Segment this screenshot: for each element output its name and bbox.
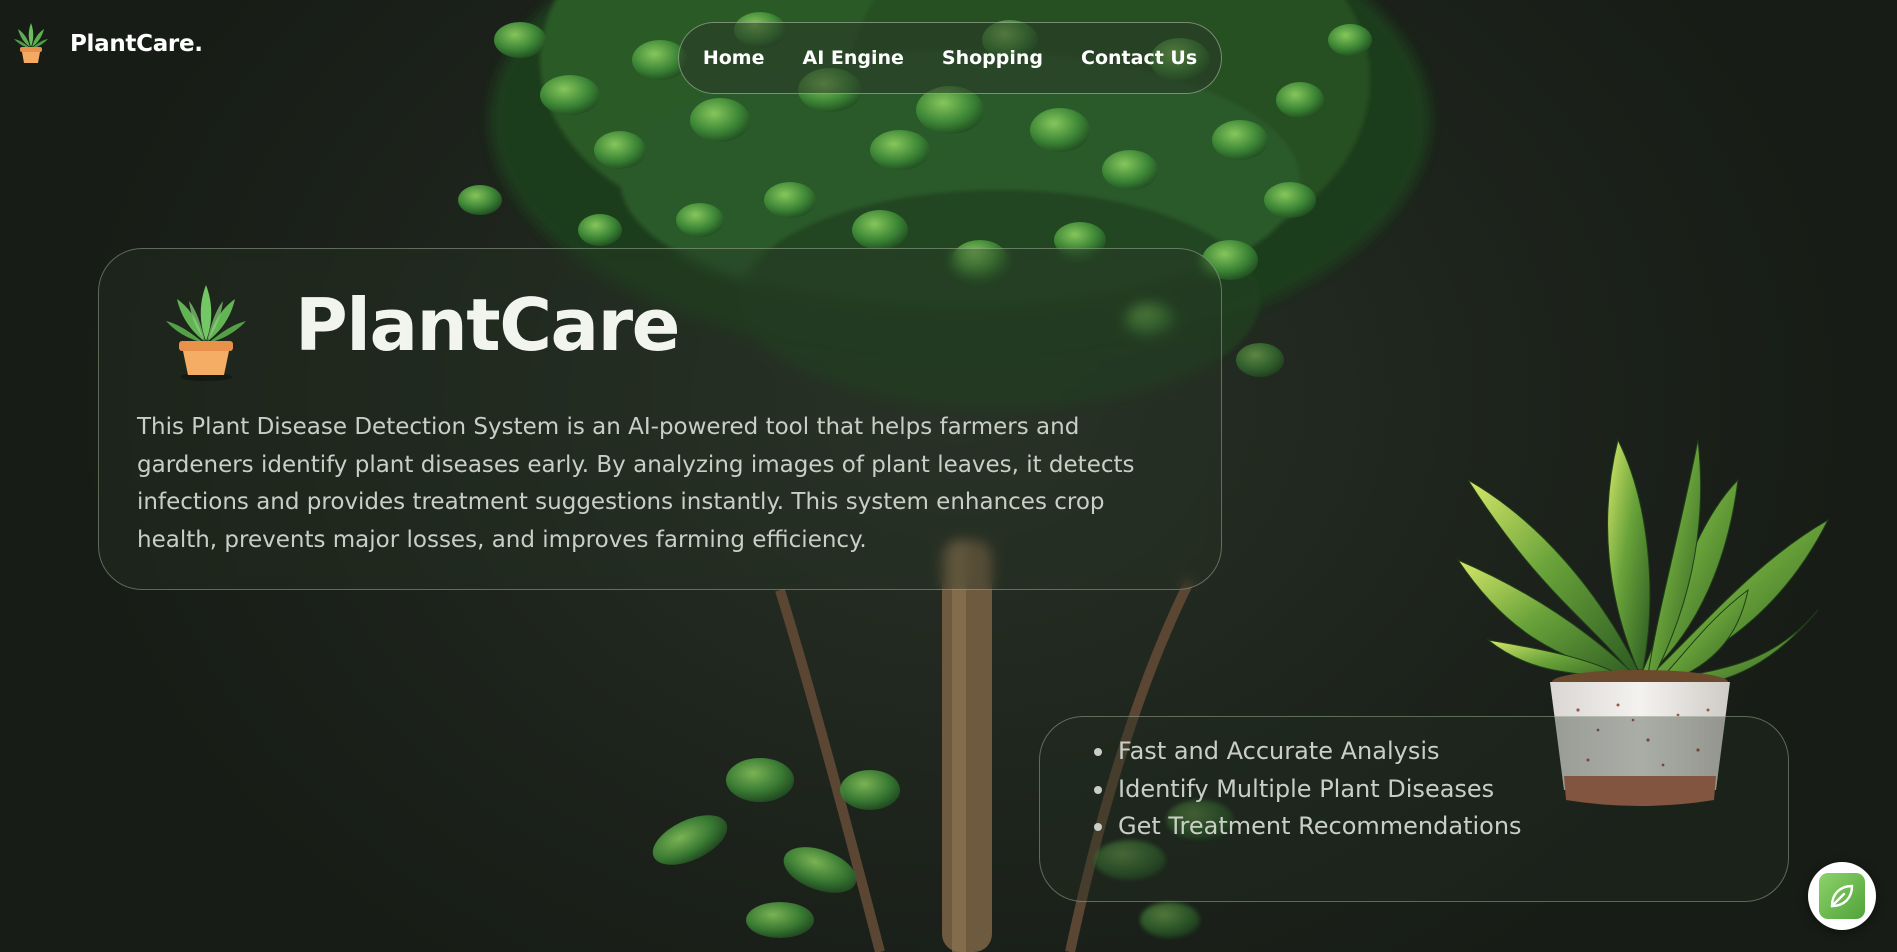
leaf-icon (1819, 873, 1865, 919)
feature-item: Fast and Accurate Analysis (1094, 733, 1522, 771)
brand[interactable]: PlantCare. (12, 20, 203, 68)
feature-item: Get Treatment Recommendations (1094, 808, 1522, 846)
hero-description: This Plant Disease Detection System is a… (137, 414, 1135, 553)
hero-title: PlantCare (295, 283, 680, 367)
main-nav: Home AI Engine Shopping Contact Us (678, 22, 1222, 94)
brand-name: PlantCare. (70, 31, 203, 57)
features-card: Fast and Accurate Analysis Identify Mult… (1039, 716, 1789, 902)
nav-shopping[interactable]: Shopping (942, 47, 1043, 69)
nav-contact-us[interactable]: Contact Us (1081, 47, 1197, 69)
features-list: Fast and Accurate Analysis Identify Mult… (1040, 733, 1522, 846)
potted-plant-icon (12, 19, 50, 69)
feature-item: Identify Multiple Plant Diseases (1094, 771, 1522, 809)
hero-card: PlantCare This Plant Disease Detection S… (98, 248, 1222, 590)
potted-plant-icon (163, 281, 249, 385)
nav-home[interactable]: Home (703, 47, 765, 69)
chat-button[interactable] (1808, 862, 1876, 930)
nav-ai-engine[interactable]: AI Engine (802, 47, 903, 69)
